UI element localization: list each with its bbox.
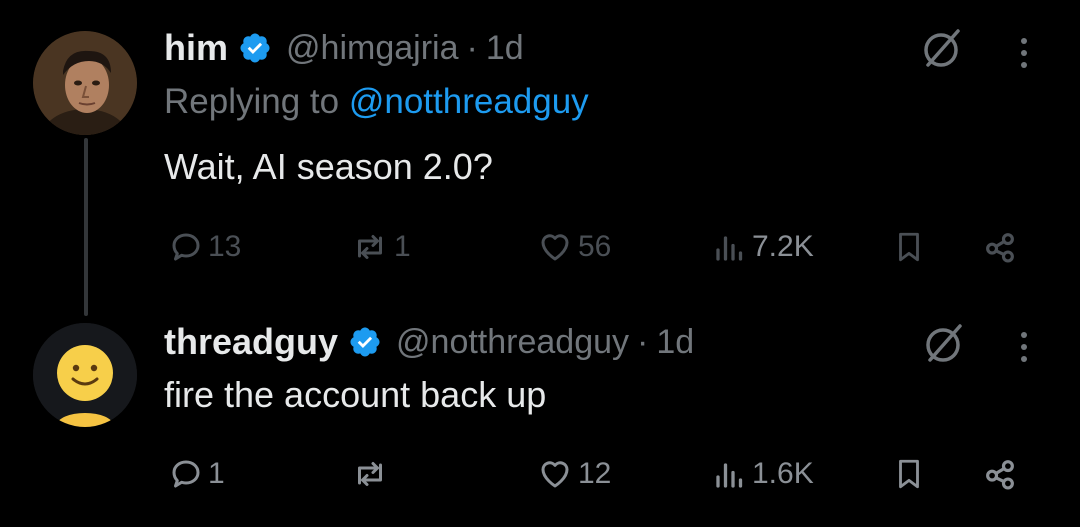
more-icon[interactable] (1016, 36, 1032, 72)
verified-badge-icon (240, 33, 270, 63)
repost-icon (358, 462, 382, 486)
views-button[interactable]: 1.6K (712, 444, 814, 504)
bookmark-icon (899, 232, 919, 262)
thread-connector-line (84, 138, 88, 316)
tweet-actions: 1 12 1.6K (160, 444, 1040, 504)
like-count: 56 (578, 230, 612, 263)
like-icon (541, 461, 569, 488)
replying-to-mention[interactable]: @notthreadguy (349, 82, 589, 121)
separator-dot: · (637, 322, 649, 361)
view-count: 7.2K (752, 230, 814, 263)
share-icon (986, 460, 1014, 490)
views-icon (716, 236, 743, 261)
reply-count: 13 (208, 230, 242, 263)
share-button[interactable] (980, 217, 1020, 277)
tweet-header: threadguy @notthreadguy · 1d (164, 318, 694, 366)
handle[interactable]: @himgajria (286, 29, 458, 68)
repost-button[interactable] (350, 444, 394, 504)
grok-icon[interactable] (920, 320, 966, 366)
views-button[interactable]: 7.2K (712, 217, 814, 277)
bookmark-icon (899, 459, 919, 489)
reply-icon (172, 460, 200, 488)
verified-badge-icon (350, 327, 380, 357)
reply-button[interactable]: 13 (168, 217, 241, 277)
avatar[interactable] (33, 323, 137, 427)
reply-icon (172, 233, 200, 261)
separator-dot: · (466, 28, 478, 67)
like-icon (541, 234, 569, 261)
views-icon (716, 463, 743, 488)
display-name[interactable]: threadguy (164, 321, 338, 363)
bookmark-button[interactable] (892, 444, 926, 504)
like-button[interactable]: 56 (536, 217, 611, 277)
repost-icon (358, 235, 382, 259)
grok-icon[interactable] (918, 25, 964, 71)
more-icon[interactable] (1016, 330, 1032, 366)
share-icon (986, 233, 1014, 263)
like-count: 12 (578, 457, 612, 490)
tweet-text: fire the account back up (164, 374, 547, 415)
view-count: 1.6K (752, 457, 814, 490)
repost-button[interactable]: 1 (350, 217, 411, 277)
tweet-text: Wait, AI season 2.0? (164, 146, 493, 187)
replying-to-line: Replying to @notthreadguy (164, 82, 589, 122)
display-name[interactable]: him (164, 27, 228, 69)
tweet-header: him @himgajria · 1d (164, 24, 524, 72)
tweet-actions: 13 1 56 7.2K (160, 217, 1040, 277)
timestamp[interactable]: 1d (486, 29, 524, 68)
reply-button[interactable]: 1 (168, 444, 225, 504)
avatar[interactable] (33, 31, 137, 135)
repost-count: 1 (394, 230, 411, 263)
handle[interactable]: @notthreadguy (396, 323, 629, 362)
timestamp[interactable]: 1d (656, 323, 694, 362)
reply-count: 1 (208, 457, 225, 490)
share-button[interactable] (980, 444, 1020, 504)
bookmark-button[interactable] (892, 217, 926, 277)
replying-to-label: Replying to (164, 82, 349, 121)
like-button[interactable]: 12 (536, 444, 611, 504)
